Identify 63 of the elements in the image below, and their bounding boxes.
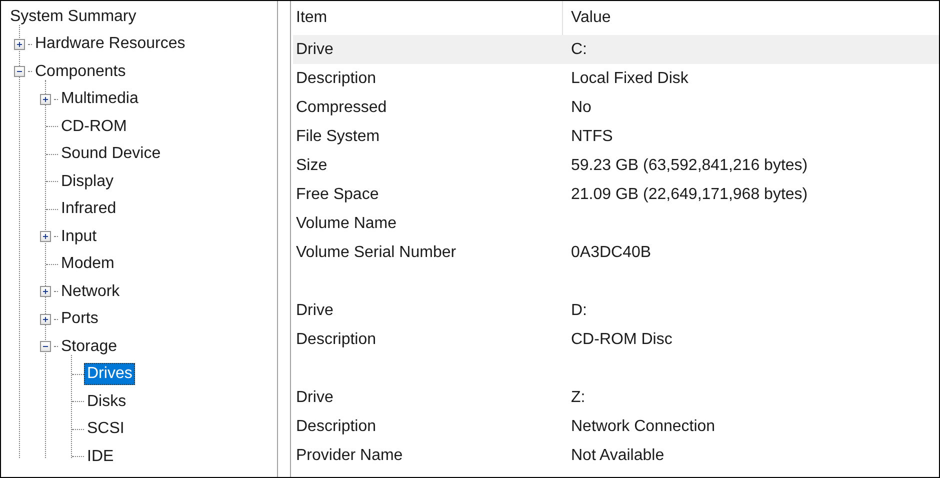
table-cell: CD-ROM Disc <box>571 330 672 348</box>
expand-icon[interactable] <box>14 38 25 50</box>
collapse-icon[interactable] <box>14 66 25 78</box>
tree-item[interactable]: Drives <box>84 363 136 386</box>
table-cell: Volume Name <box>296 214 396 232</box>
expand-icon[interactable] <box>40 286 51 298</box>
tree-item[interactable]: Modem <box>58 253 118 276</box>
tree-item[interactable]: Display <box>58 170 116 193</box>
table-row[interactable]: Size 59.23 GB (63,592,841,216 bytes) <box>293 151 939 180</box>
table-cell: Compressed <box>296 98 387 116</box>
tree-item[interactable]: Infrared <box>58 198 120 220</box>
table-row[interactable]: Drive D: <box>293 296 939 325</box>
table-cell: D: <box>571 302 587 318</box>
table-cell: Description <box>296 418 376 434</box>
table-cell: Provider Name <box>296 446 403 464</box>
tree-item[interactable]: Input <box>58 226 100 248</box>
tree-item[interactable]: Sound Device <box>58 143 164 166</box>
table-cell: Volume Serial Number <box>296 244 456 260</box>
table-cell: Free Space <box>296 186 379 202</box>
table-row[interactable]: Drive Z: <box>293 383 939 412</box>
expand-icon[interactable] <box>40 314 51 325</box>
table-cell: No <box>571 98 592 116</box>
table-cell: Description <box>296 70 376 86</box>
tree-item[interactable]: Storage <box>58 336 120 358</box>
tree-item[interactable]: SCSI <box>84 418 128 440</box>
column-header[interactable]: Value <box>563 9 939 27</box>
table-cell: 0A3DC40B <box>571 244 652 260</box>
tree-item[interactable]: CD-ROM <box>58 116 130 138</box>
table-row[interactable]: Description CD-ROM Disc <box>293 325 939 354</box>
tree-item[interactable]: IDE <box>84 446 117 468</box>
table-cell: Description <box>296 330 376 348</box>
collapse-icon[interactable] <box>40 341 51 352</box>
expand-icon[interactable] <box>40 231 51 242</box>
table-cell: 59.23 GB (63,592,841,216 bytes) <box>571 156 808 174</box>
tree-item[interactable]: Components <box>32 60 129 83</box>
table-row[interactable]: Volume Serial Number 0A3DC40B <box>293 238 939 267</box>
table-cell: NTFS <box>571 128 613 144</box>
tree-item[interactable]: Multimedia <box>58 88 142 110</box>
table-cell: Z: <box>571 388 586 406</box>
table-cell: Not Available <box>571 446 664 464</box>
table-row[interactable]: Drive C: <box>293 35 939 64</box>
table-cell: 21.09 GB (22,649,171,968 bytes) <box>571 186 808 202</box>
table-row[interactable]: File System NTFS <box>293 122 939 151</box>
table-cell: Network Connection <box>571 418 716 434</box>
expand-icon[interactable] <box>40 94 51 105</box>
table-cell: Drive <box>296 302 334 318</box>
table-cell: C: <box>571 40 587 58</box>
tree-item[interactable]: Network <box>58 280 123 303</box>
tree-item[interactable]: Ports <box>58 308 102 330</box>
table-cell: Drive <box>296 40 334 58</box>
table-cell: Drive <box>296 388 334 406</box>
table-cell: Size <box>296 156 328 174</box>
table-row[interactable]: Compressed No <box>293 93 939 122</box>
table-row[interactable]: Free Space 21.09 GB (22,649,171,968 bytes) <box>293 180 939 209</box>
table-row[interactable]: Volume Name <box>293 209 939 238</box>
table-row[interactable]: Provider Name Not Available <box>293 441 939 470</box>
tree-item[interactable]: System Summary <box>7 6 140 28</box>
table-cell: File System <box>296 128 380 144</box>
tree-item[interactable]: Disks <box>84 390 130 413</box>
table-row[interactable]: Description Local Fixed Disk <box>293 64 939 93</box>
table-cell: Local Fixed Disk <box>571 70 688 86</box>
tree-item[interactable]: Hardware Resources <box>32 33 188 56</box>
table-row[interactable]: Description Network Connection <box>293 412 939 441</box>
